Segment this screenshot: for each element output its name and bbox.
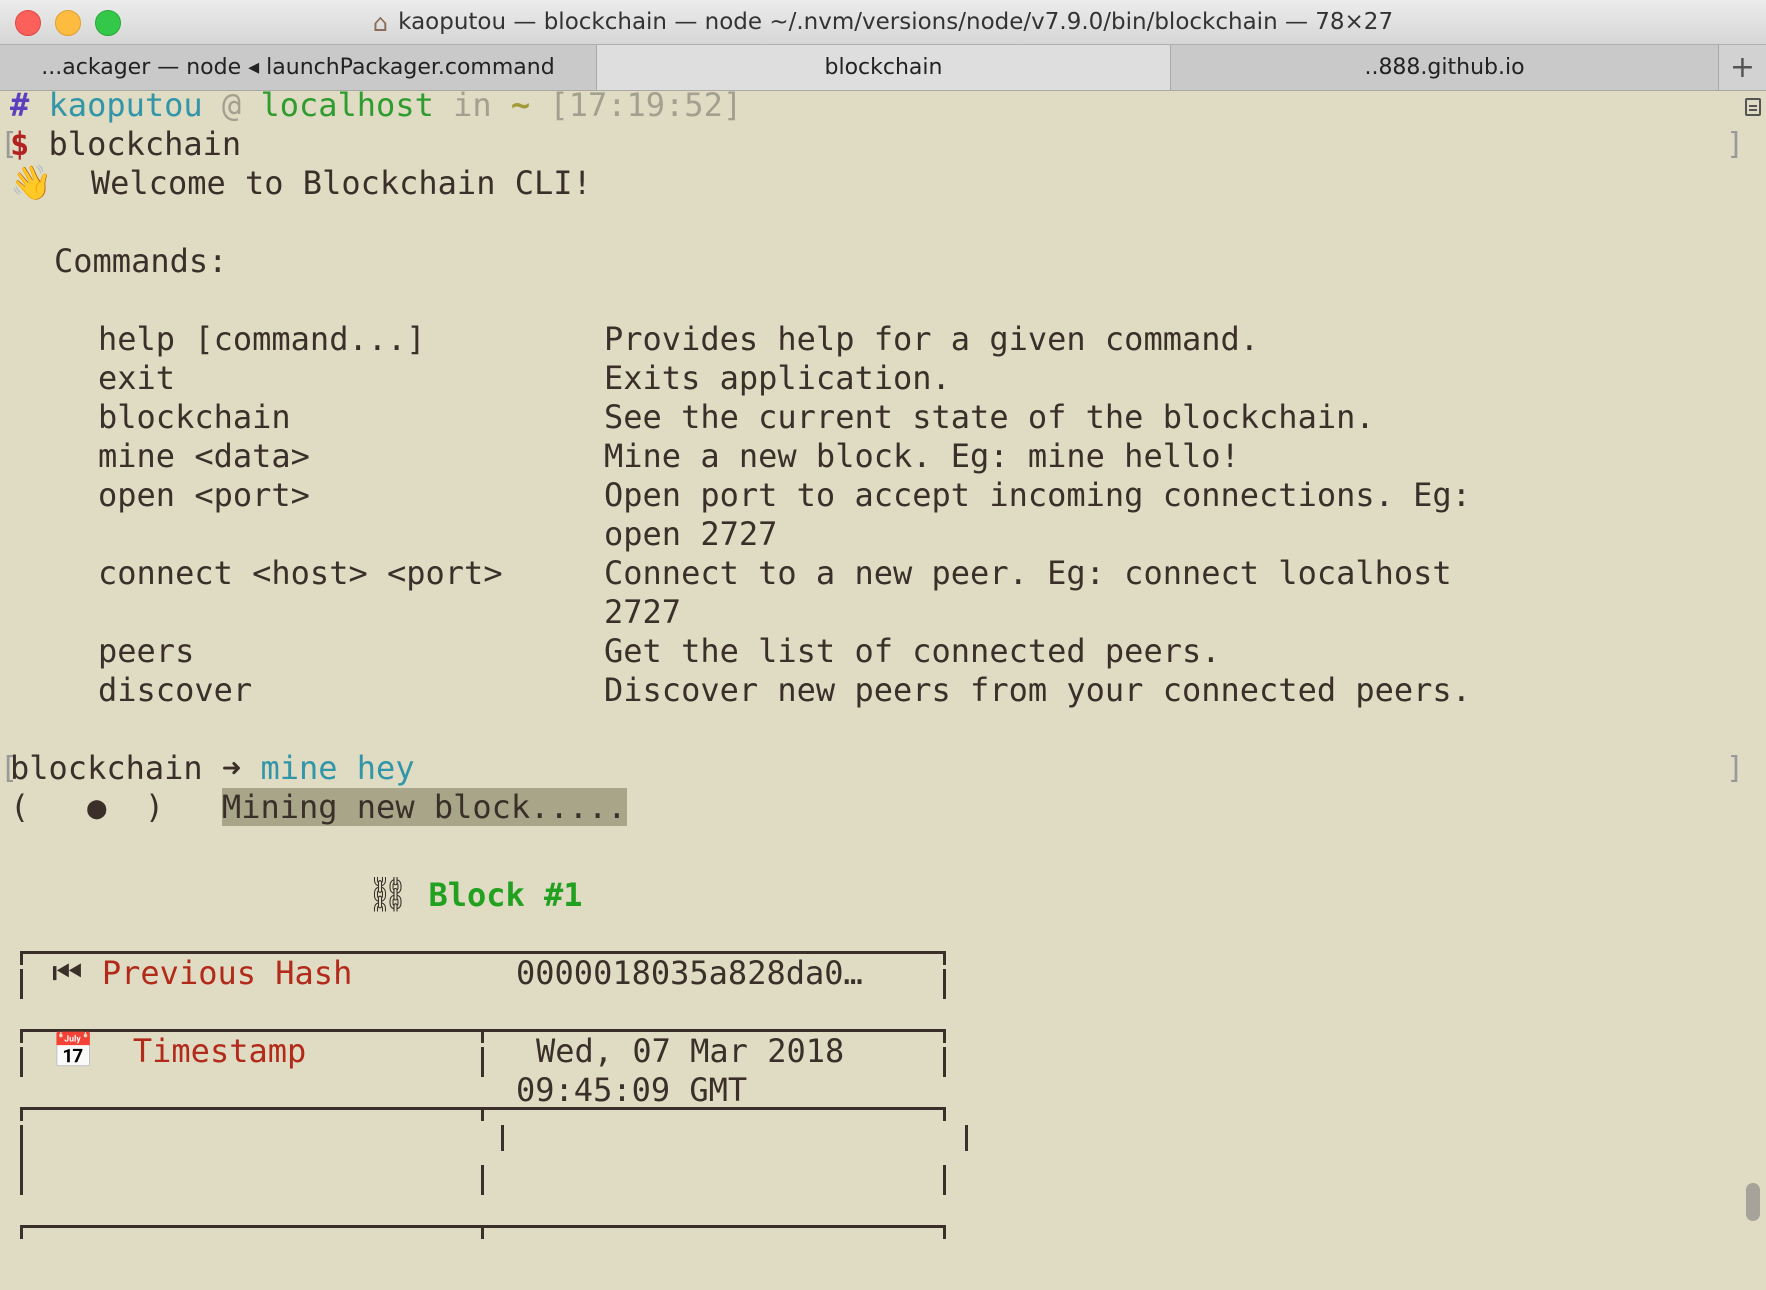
mining-message: Mining new block..... <box>221 788 627 826</box>
table-joint <box>943 1225 946 1239</box>
block-header: ⛓ Block #1 <box>366 873 583 917</box>
table-border-right <box>965 1125 968 1151</box>
prompt-dir: ~ <box>510 91 531 124</box>
chain-icon: ⛓ <box>366 875 410 915</box>
tab-blockchain[interactable]: blockchain <box>597 45 1171 90</box>
shell-command-line: $ blockchain <box>10 122 241 166</box>
cli-input: mine hey <box>260 749 415 787</box>
previous-hash-label-cell: ⏮ Previous Hash <box>52 951 352 995</box>
table-joint <box>481 1225 484 1239</box>
tab-bar: ...ackager — node ◂ launchPackager.comma… <box>0 45 1766 91</box>
timestamp-label: Timestamp <box>132 1032 307 1070</box>
command-desc: Open port to accept incoming connections… <box>604 476 1471 514</box>
line-bracket-right: ] <box>1726 751 1740 786</box>
prompt-dollar: $ <box>10 125 30 163</box>
timestamp-value: Wed, 07 Mar 2018 <box>536 1032 845 1070</box>
prompt-host: localhost <box>260 91 434 124</box>
command-name: blockchain <box>98 398 291 436</box>
new-tab-button[interactable]: + <box>1719 45 1766 90</box>
table-joint <box>943 1029 946 1043</box>
block-title: Block #1 <box>428 876 583 914</box>
window-title: kaoputou — blockchain — node ~/.nvm/vers… <box>398 9 1394 35</box>
timestamp-value-continued: 09:45:09 GMT <box>516 1071 748 1109</box>
command-desc: See the current state of the blockchain. <box>604 398 1375 436</box>
rewind-icon: ⏮ <box>52 953 83 993</box>
command-desc-continued: 2727 <box>604 593 682 631</box>
command-name: connect <host> <port> <box>98 554 503 592</box>
cli-prompt-arrow: ➜ <box>221 749 242 787</box>
command-name: peers <box>98 632 195 670</box>
command-desc: Discover new peers from your connected p… <box>604 671 1471 709</box>
marks-bar-icon[interactable] <box>1745 98 1761 116</box>
terminal-output[interactable]: # kaoputou @ localhost in ~ [17:19:52] [… <box>0 91 1740 1290</box>
previous-hash-value: 0000018035a828da0… <box>516 954 863 992</box>
window-title-container: ⌂ kaoputou — blockchain — node ~/.nvm/ver… <box>0 0 1766 45</box>
title-bar: ⌂ kaoputou — blockchain — node ~/.nvm/ver… <box>0 0 1766 45</box>
shell-command: blockchain <box>48 125 242 163</box>
command-desc: Get the list of connected peers. <box>604 632 1221 670</box>
table-corner <box>943 951 946 965</box>
command-name: open <port> <box>98 476 310 514</box>
table-column-divider <box>481 1047 484 1077</box>
table-joint <box>20 1107 23 1121</box>
table-joint <box>943 1107 946 1121</box>
tab-packager[interactable]: ...ackager — node ◂ launchPackager.comma… <box>0 45 597 90</box>
home-icon: ⌂ <box>372 9 389 37</box>
command-desc: Connect to a new peer. Eg: connect local… <box>604 554 1452 592</box>
table-border-left <box>20 1047 23 1077</box>
table-column-divider <box>481 1165 484 1195</box>
calendar-icon: 📅 <box>52 1031 95 1071</box>
command-name: mine <data> <box>98 437 310 475</box>
timestamp-label-cell: 📅 Timestamp <box>52 1029 306 1073</box>
scrollbar-track[interactable] <box>1740 91 1766 1290</box>
table-joint <box>481 1029 484 1043</box>
waving-hand-icon: 👋 <box>10 163 53 203</box>
previous-hash-label: Previous Hash <box>101 954 353 992</box>
command-name: help [command...] <box>98 320 426 358</box>
table-joint <box>20 1225 23 1239</box>
tab-github-io[interactable]: ..888.github.io <box>1171 45 1719 90</box>
table-border-right <box>943 1165 946 1195</box>
cli-prompt-name: blockchain <box>10 749 203 787</box>
cli-prompt-line: blockchain ➜ mine hey <box>10 746 415 790</box>
command-desc: Mine a new block. Eg: mine hello! <box>604 437 1240 475</box>
prompt-at: @ <box>221 91 242 124</box>
prompt-user: kaoputou <box>48 91 203 124</box>
table-joint <box>20 1029 23 1043</box>
command-desc-continued: open 2727 <box>604 515 778 553</box>
command-name: exit <box>98 359 176 397</box>
prompt-time: [17:19:52] <box>549 91 743 124</box>
table-border-left <box>20 1125 23 1195</box>
spinner: ( ● ) <box>10 788 165 826</box>
commands-header: Commands: <box>54 242 228 280</box>
scrollbar-thumb[interactable] <box>1746 1183 1760 1221</box>
table-column-divider <box>501 1125 504 1151</box>
welcome-line: 👋 Welcome to Blockchain CLI! <box>10 161 592 205</box>
table-joint <box>481 1107 484 1121</box>
welcome-text: Welcome to Blockchain CLI! <box>90 164 592 202</box>
prompt-hash: # <box>10 91 30 124</box>
table-border-right <box>943 1047 946 1077</box>
table-border-left <box>20 969 23 999</box>
command-desc: Provides help for a given command. <box>604 320 1260 358</box>
command-name: discover <box>98 671 253 709</box>
table-border-right <box>943 969 946 999</box>
mining-status-line: ( ● ) Mining new block..... <box>10 785 627 829</box>
prompt-in: in <box>453 91 492 124</box>
line-bracket-right: ] <box>1726 127 1740 162</box>
command-desc: Exits application. <box>604 359 951 397</box>
table-corner <box>20 951 23 965</box>
